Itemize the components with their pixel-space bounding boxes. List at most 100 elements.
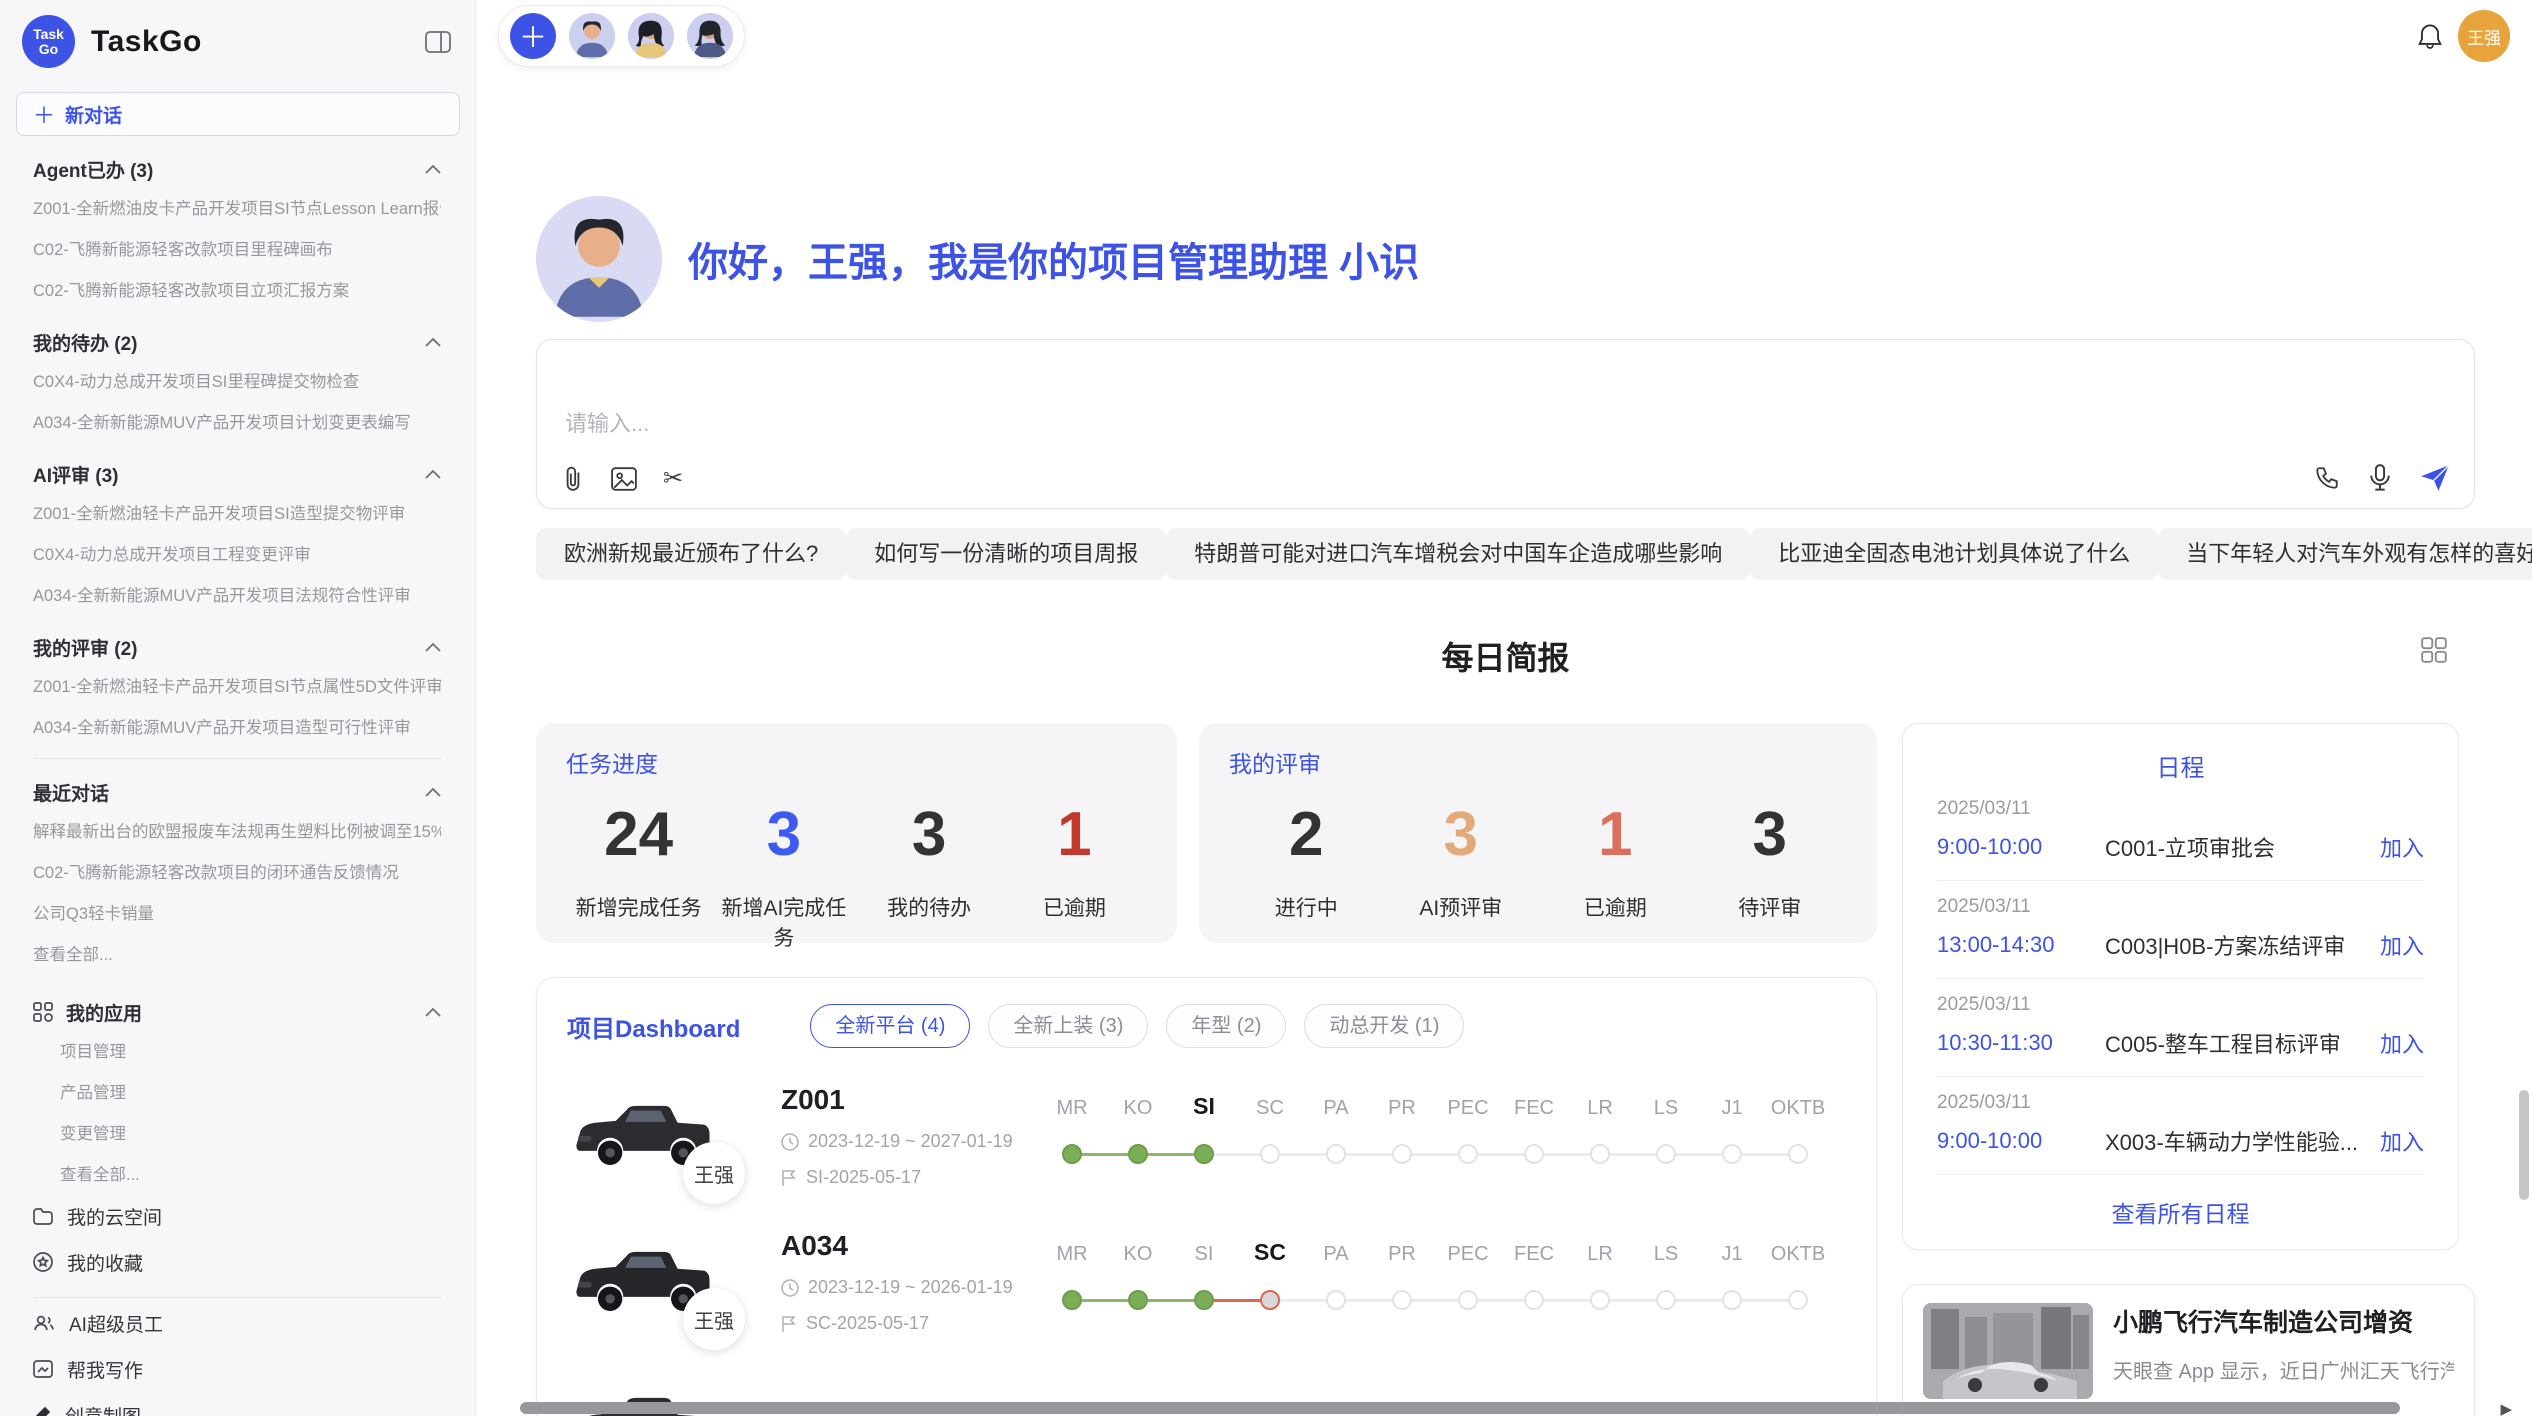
- user-avatar-label: 王强: [2467, 24, 2501, 49]
- join-link[interactable]: 加入: [2380, 831, 2424, 863]
- project-car-image: 王强: [567, 1230, 717, 1340]
- join-link[interactable]: 加入: [2380, 1125, 2424, 1157]
- recent-chat-item[interactable]: 解释最新出台的欧盟报废车法规再生塑料比例被调至15%...: [33, 809, 441, 850]
- milestone-label: FEC: [1514, 1088, 1554, 1120]
- event-name: C005-整车工程目标评审: [2105, 1027, 2380, 1059]
- event-time: 9:00-10:00: [1937, 1128, 2105, 1154]
- project-row-z001[interactable]: 王强 Z001 2023-12-19 ~ 2027-01-19 SI-2025-…: [567, 1084, 1846, 1194]
- tab-year-model[interactable]: 年型 (2): [1166, 1004, 1286, 1048]
- image-icon[interactable]: [611, 467, 637, 491]
- sidebar-item-creative-drawing[interactable]: 创意制图: [33, 1392, 441, 1416]
- horizontal-scrollbar[interactable]: ▶: [520, 1400, 2532, 1416]
- app-title: TaskGo: [91, 25, 202, 59]
- sidebar-item[interactable]: C02-飞腾新能源轻客改款项目里程碑画布: [33, 227, 441, 268]
- logo-line-2: Go: [39, 42, 58, 57]
- suggestion-chip[interactable]: 欧洲新规最近颁布了什么?: [536, 528, 846, 580]
- sidebar-item-favorites[interactable]: 我的收藏: [33, 1239, 441, 1285]
- suggestion-chip[interactable]: 如何写一份清晰的项目周报: [846, 528, 1166, 580]
- sidebar-item[interactable]: A034-全新新能源MUV产品开发项目法规符合性评审: [33, 573, 441, 614]
- sidebar-item[interactable]: C02-飞腾新能源轻客改款项目立项汇报方案: [33, 268, 441, 309]
- join-link[interactable]: 加入: [2380, 929, 2424, 961]
- app-item-view-all[interactable]: 查看全部...: [33, 1152, 441, 1193]
- project-dashboard-card: 项目Dashboard 全新平台 (4) 全新上装 (3) 年型 (2) 动总开…: [536, 977, 1877, 1416]
- recent-chat-view-all[interactable]: 查看全部...: [33, 932, 441, 973]
- section-ai-review[interactable]: AI评审 (3): [33, 457, 441, 491]
- news-snippet: 天眼查 App 显示，近日广州汇天飞行汽...: [2113, 1355, 2454, 1384]
- ai-super-staff-label: AI超级员工: [69, 1310, 163, 1337]
- contact-avatar-1[interactable]: [569, 13, 615, 59]
- milestone-label: PEC: [1447, 1234, 1488, 1266]
- chat-input-card[interactable]: 请输入... ✂: [536, 339, 2475, 509]
- schedule-event: 2025/03/11 9:00-10:00 C001-立项审批会 加入: [1937, 783, 2424, 881]
- project-owner-badge: 王强: [683, 1288, 745, 1350]
- sidebar-item[interactable]: A034-全新新能源MUV产品开发项目计划变更表编写: [33, 400, 441, 441]
- people-icon: [33, 1314, 55, 1332]
- chevron-up-icon: [425, 642, 441, 652]
- suggestion-chip[interactable]: 比亚迪全固态电池计划具体说了什么: [1750, 528, 2158, 580]
- contact-avatar-3[interactable]: [687, 13, 733, 59]
- phone-icon[interactable]: [2314, 465, 2340, 491]
- panel-toggle-icon: [425, 31, 451, 53]
- user-avatar[interactable]: 王强: [2458, 10, 2510, 62]
- composer-left-tools: ✂: [561, 466, 683, 492]
- section-agent-done[interactable]: Agent已办 (3): [33, 152, 441, 186]
- recent-chat-item[interactable]: 公司Q3轻卡销量: [33, 891, 441, 932]
- project-info: Z001 2023-12-19 ~ 2027-01-19 SI-2025-05-…: [781, 1084, 1033, 1188]
- task-progress-title: 任务进度: [566, 745, 1147, 779]
- section-my-review[interactable]: 我的评审 (2): [33, 630, 441, 664]
- tab-new-body[interactable]: 全新上装 (3): [988, 1004, 1148, 1048]
- new-chat-button[interactable]: ＋ 新对话: [16, 92, 460, 136]
- news-card[interactable]: 小鹏飞行汽车制造公司增资 天眼查 App 显示，近日广州汇天飞行汽...: [1902, 1284, 2475, 1416]
- milestone-label: J1: [1721, 1234, 1742, 1266]
- scissors-icon[interactable]: ✂: [663, 467, 683, 491]
- tab-new-platform[interactable]: 全新平台 (4): [810, 1004, 970, 1048]
- section-recent-chats[interactable]: 最近对话: [33, 775, 441, 809]
- send-icon[interactable]: [2420, 464, 2450, 492]
- sidebar-collapse-button[interactable]: [425, 31, 451, 53]
- sidebar-item-cloud-space[interactable]: 我的云空间: [33, 1193, 441, 1239]
- briefing-layout-button[interactable]: [2421, 637, 2447, 663]
- project-owner-badge: 王强: [683, 1142, 745, 1204]
- taskgo-app: Task Go TaskGo ＋ 新对话 Agent已办 (3) Z001-全新…: [0, 0, 2532, 1416]
- app-item-change-mgmt[interactable]: 变更管理: [33, 1111, 441, 1152]
- milestone-label-current: SC: [1254, 1234, 1286, 1266]
- contact-avatar-2[interactable]: [628, 13, 674, 59]
- sidebar-item[interactable]: Z001-全新燃油轻卡产品开发项目SI造型提交物评审: [33, 491, 441, 532]
- project-code: A034: [781, 1230, 1033, 1262]
- attachment-icon[interactable]: [561, 466, 585, 492]
- sidebar-item[interactable]: Z001-全新燃油皮卡产品开发项目SI节点Lesson Learn报告: [33, 186, 441, 227]
- sidebar-item-help-me-write[interactable]: 帮我写作: [33, 1346, 441, 1392]
- microphone-icon[interactable]: [2368, 464, 2392, 492]
- sidebar-item[interactable]: C0X4-动力总成开发项目工程变更评审: [33, 532, 441, 573]
- add-contact-button[interactable]: ＋: [510, 13, 556, 59]
- daily-briefing-header: 每日简报: [536, 633, 2475, 679]
- section-my-todo[interactable]: 我的待办 (2): [33, 325, 441, 359]
- scroll-right-arrow-icon[interactable]: ▶: [2500, 1400, 2512, 1416]
- sidebar-item[interactable]: C0X4-动力总成开发项目SI里程碑提交物检查: [33, 359, 441, 400]
- app-item-product-mgmt[interactable]: 产品管理: [33, 1070, 441, 1111]
- sidebar-item-ai-super-staff[interactable]: AI超级员工: [33, 1300, 441, 1346]
- notifications-button[interactable]: [2416, 22, 2444, 52]
- join-link[interactable]: 加入: [2380, 1027, 2424, 1059]
- vertical-scrollbar-thumb[interactable]: [2519, 1090, 2529, 1200]
- section-title: 我的评审 (2): [33, 634, 138, 661]
- milestone-dot-pending: [1326, 1290, 1346, 1310]
- tab-powertrain[interactable]: 动总开发 (1): [1304, 1004, 1464, 1048]
- suggestion-chip[interactable]: 特朗普可能对进口汽车增税会对中国车企造成哪些影响: [1166, 528, 1750, 580]
- horizontal-scrollbar-thumb[interactable]: [520, 1402, 2400, 1414]
- metric-new-ai-completed: 3 新增AI完成任务: [711, 799, 856, 952]
- news-thumbnail: [1923, 1303, 2093, 1399]
- metric-value: 3: [857, 799, 1002, 870]
- grid-layout-icon: [2421, 637, 2447, 663]
- suggestion-chip[interactable]: 当下年轻人对汽车外观有怎样的喜好趋势: [2158, 528, 2532, 580]
- section-my-apps[interactable]: 我的应用: [33, 995, 441, 1029]
- recent-chat-item[interactable]: C02-飞腾新能源轻客改款项目的闭环通告反馈情况: [33, 850, 441, 891]
- project-row-a034[interactable]: 王强 A034 2023-12-19 ~ 2026-01-19 SC-2025-…: [567, 1230, 1846, 1340]
- favorites-label: 我的收藏: [67, 1249, 143, 1276]
- clock-icon: [781, 1133, 799, 1151]
- view-all-schedule-link[interactable]: 查看所有日程: [1937, 1195, 2424, 1229]
- sidebar-item[interactable]: Z001-全新燃油轻卡产品开发项目SI节点属性5D文件评审: [33, 664, 441, 705]
- sidebar-item[interactable]: A034-全新新能源MUV产品开发项目造型可行性评审: [33, 705, 441, 746]
- app-item-project-mgmt[interactable]: 项目管理: [33, 1029, 441, 1070]
- chevron-up-icon: [425, 787, 441, 797]
